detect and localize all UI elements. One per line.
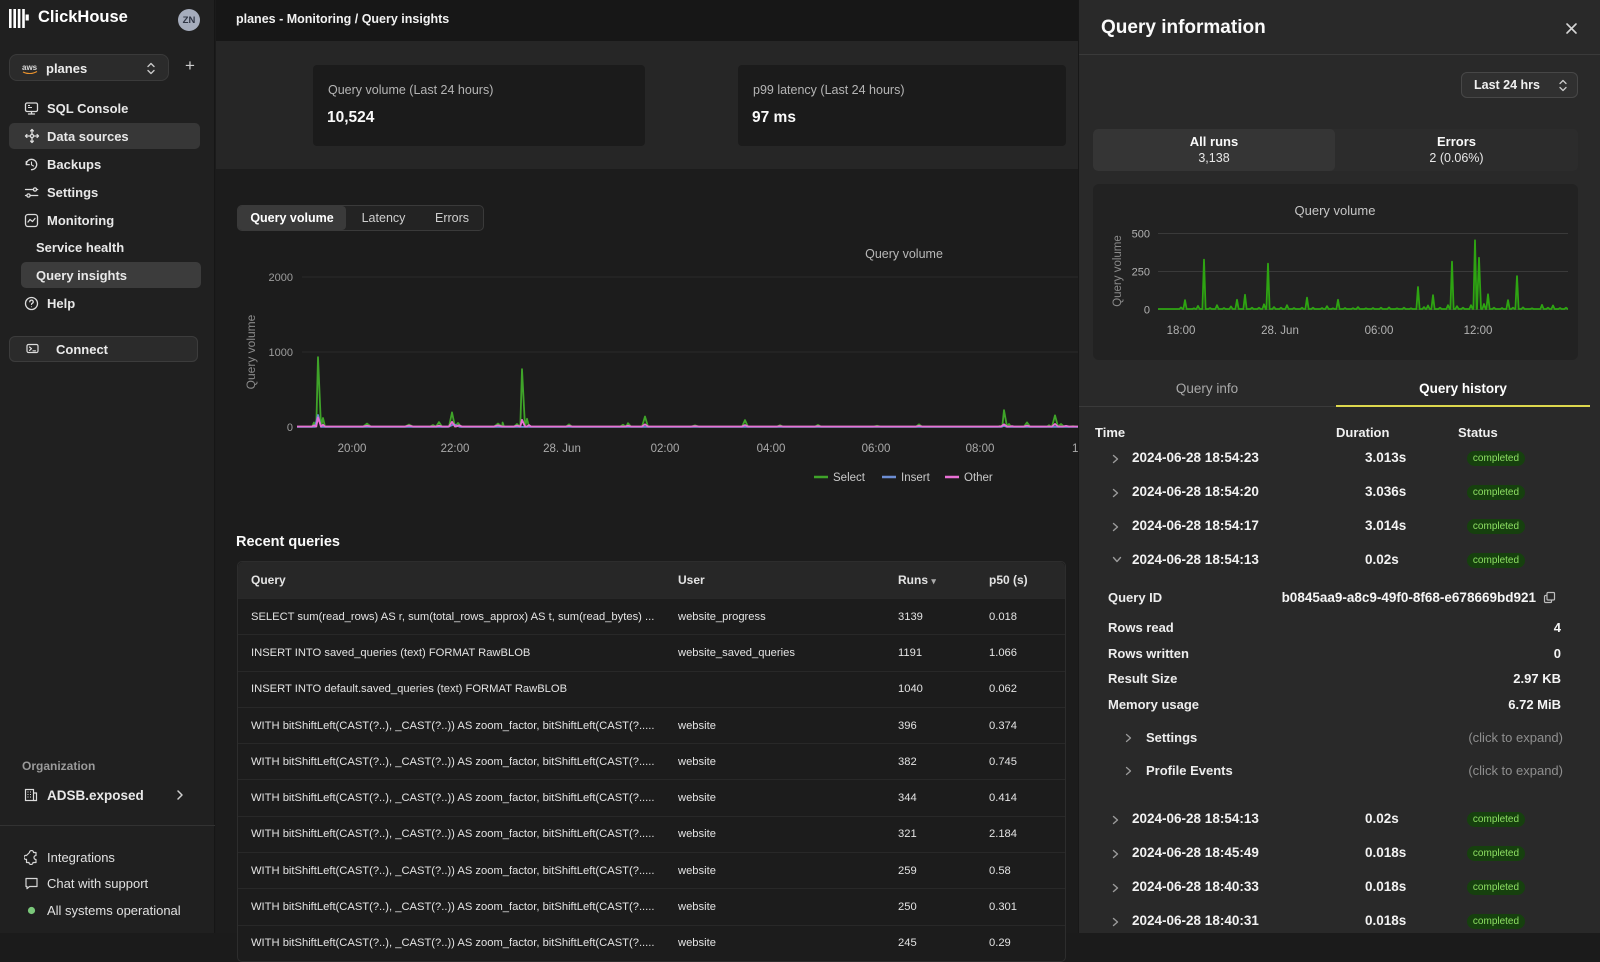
- svg-text:18:00: 18:00: [1167, 325, 1196, 337]
- svg-text:Other: Other: [964, 472, 993, 484]
- svg-text:Query volume: Query volume: [244, 314, 258, 389]
- svg-text:Query volume: Query volume: [865, 247, 943, 261]
- svg-text:Query volume: Query volume: [1295, 203, 1376, 218]
- svg-text:aws: aws: [22, 63, 38, 72]
- svg-text:12:00: 12:00: [1464, 325, 1493, 337]
- svg-text:06:00: 06:00: [862, 443, 891, 455]
- svg-text:2000: 2000: [269, 272, 293, 284]
- svg-text:06:00: 06:00: [1365, 325, 1394, 337]
- svg-text:Query volume: Query volume: [1112, 235, 1124, 307]
- svg-text:1000: 1000: [269, 347, 293, 359]
- svg-text:10:00: 10:00: [1072, 443, 1079, 455]
- svg-text:22:00: 22:00: [441, 443, 470, 455]
- svg-text:02:00: 02:00: [651, 443, 680, 455]
- svg-text:Select: Select: [833, 472, 866, 484]
- svg-text:0: 0: [1144, 305, 1150, 317]
- svg-text:28. Jun: 28. Jun: [543, 443, 581, 455]
- svg-text:250: 250: [1132, 267, 1150, 279]
- svg-text:0: 0: [287, 422, 293, 434]
- svg-text:28. Jun: 28. Jun: [1261, 325, 1299, 337]
- svg-text:08:00: 08:00: [966, 443, 995, 455]
- svg-text:500: 500: [1132, 229, 1150, 241]
- svg-text:20:00: 20:00: [338, 443, 367, 455]
- svg-text:Insert: Insert: [901, 472, 931, 484]
- svg-text:04:00: 04:00: [757, 443, 786, 455]
